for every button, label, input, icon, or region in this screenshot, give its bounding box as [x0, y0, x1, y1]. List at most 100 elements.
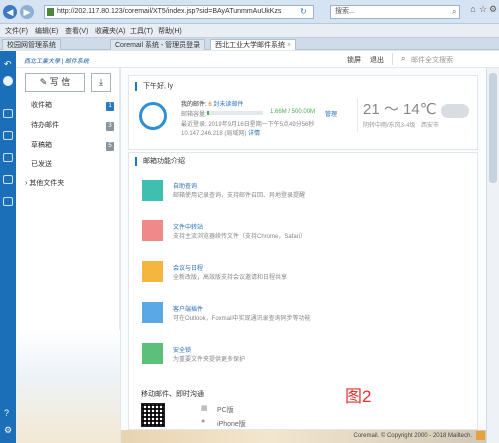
- city[interactable]: 西安市: [421, 123, 439, 129]
- shield-icon: [142, 343, 163, 364]
- sidebar-item-inbox[interactable]: 收件箱 1: [16, 97, 120, 115]
- sidebar-item-todo[interactable]: 待办邮件 3: [16, 117, 120, 135]
- capacity-bar-fill: [207, 111, 209, 115]
- search-icon[interactable]: ⌕: [401, 54, 405, 64]
- feature-icon-circle: [142, 302, 163, 323]
- my-mail-line: 我的邮件: 6 封未读邮件: [181, 99, 243, 108]
- calendar-icon: [142, 261, 163, 282]
- last-ip-line: 10.147.246.218 (局域网) 详情: [181, 128, 260, 137]
- capacity-label: 邮箱容量:: [181, 112, 207, 118]
- mailtech-logo: [476, 431, 485, 440]
- details-link[interactable]: 详情: [248, 131, 260, 137]
- close-tab-icon[interactable]: ×: [287, 42, 291, 49]
- scrollbar-thumb[interactable]: [489, 73, 497, 183]
- folder-label: 收件箱: [31, 102, 52, 109]
- platform-pc[interactable]: PC版: [217, 405, 234, 415]
- menu-file[interactable]: 文件(F): [5, 26, 28, 36]
- page-scrollbar[interactable]: [486, 68, 499, 443]
- folder-icon: [142, 220, 163, 241]
- feature-title[interactable]: 客户端插件: [173, 304, 203, 313]
- forward-button[interactable]: ▶: [20, 5, 34, 19]
- inbox-download-icon: ⤓: [99, 77, 103, 87]
- receive-mail-button[interactable]: ⤓: [91, 73, 111, 92]
- apple-icon: ●: [201, 418, 206, 425]
- puzzle-icon: [142, 302, 163, 323]
- copyright-text: Coremail. © Copyright 2000 - 2018 Mailte…: [353, 433, 472, 439]
- mail-search-input[interactable]: 邮件全文搜索: [411, 55, 453, 65]
- mail-icon[interactable]: [3, 109, 13, 118]
- menu-view[interactable]: 查看(V): [65, 26, 88, 36]
- refresh-icon[interactable]: ↻: [300, 7, 307, 16]
- feature-icon-circle: [142, 261, 163, 282]
- settings-icon[interactable]: ⚙: [4, 425, 12, 436]
- sidebar-item-sent[interactable]: 已发送: [16, 156, 120, 174]
- sidebar-item-drafts[interactable]: 草稿箱 5: [16, 137, 120, 155]
- favorites-icon[interactable]: ☆: [478, 4, 488, 14]
- unread-count[interactable]: 6: [208, 102, 211, 108]
- greeting: 下午好, ly: [135, 82, 173, 91]
- nwpu-logo: 西北工業大學 | 邮件系统: [24, 59, 89, 65]
- settings-gear-icon[interactable]: ⚙: [488, 4, 498, 14]
- feature-icon-circle: [142, 343, 163, 364]
- footer: Coremail. © Copyright 2000 - 2018 Mailte…: [121, 430, 486, 443]
- folder-label: 其他文件夹: [29, 180, 65, 187]
- contacts-icon[interactable]: [3, 131, 13, 140]
- address-bar[interactable]: http://202.117.80.123/coremail/XT5/index…: [44, 5, 314, 19]
- help-icon[interactable]: ?: [4, 408, 9, 418]
- manage-link[interactable]: 管理: [325, 109, 337, 118]
- pencil-icon: ✎: [39, 77, 48, 87]
- folder-label: 已发送: [31, 161, 52, 168]
- count-badge: 3: [106, 122, 114, 131]
- browser-tab-bar: 校园网管理系统 Coremail 系统 - 管理员登录 西北工业大学邮件系统 ×: [0, 38, 499, 50]
- menu-edit[interactable]: 编辑(E): [35, 26, 58, 36]
- compose-button[interactable]: ✎ 写 信: [25, 73, 85, 92]
- back-arrow-icon[interactable]: ↶: [4, 59, 12, 70]
- sidebar-item-other-folders[interactable]: › 其他文件夹: [16, 175, 120, 193]
- folder-label: 待办邮件: [31, 122, 59, 129]
- search-icon[interactable]: ⌕: [452, 7, 456, 17]
- site-icon: [47, 8, 54, 16]
- figure-annotation: 图2: [345, 387, 372, 406]
- unread-label[interactable]: 封未读邮件: [213, 102, 243, 108]
- search-placeholder: 搜索...: [335, 8, 355, 15]
- feature-desc: 邮箱使用记录查询，支持邮件召回、异地登录提醒: [173, 193, 306, 199]
- feature-desc: 全新改版，高效版支持会议邀请和日程共享: [173, 275, 288, 281]
- divider: [357, 98, 358, 132]
- last-ip: 10.147.246.218 (局域网): [181, 131, 247, 137]
- netdisk-icon[interactable]: [3, 197, 13, 206]
- browser-search-input[interactable]: 搜索...: [330, 5, 460, 19]
- tab-nwpu-mail[interactable]: 西北工业大学邮件系统 ×: [210, 39, 297, 50]
- tab-label: Coremail 系统 - 管理员登录: [115, 42, 201, 49]
- calendar-icon[interactable]: [3, 153, 13, 162]
- tab-coremail-admin[interactable]: Coremail 系统 - 管理员登录: [110, 39, 206, 50]
- feature-title[interactable]: 安全锁: [173, 345, 191, 354]
- menu-tools[interactable]: 工具(T): [130, 26, 153, 36]
- menu-help[interactable]: 帮助(H): [158, 26, 182, 36]
- browser-title-bar: ◀ ▶ http://202.117.80.123/coremail/XT5/i…: [0, 0, 499, 24]
- user-avatar-icon[interactable]: [3, 76, 13, 86]
- lock-screen-link[interactable]: 锁屏: [347, 55, 361, 65]
- feature-icon-circle: [142, 180, 163, 201]
- qr-code: [141, 403, 165, 427]
- app-rail: ↶ ? ⚙: [0, 51, 16, 443]
- compose-label: 写 信: [49, 77, 71, 87]
- user-avatar[interactable]: [139, 102, 167, 130]
- feature-title[interactable]: 会议与日程: [173, 263, 203, 272]
- home-icon[interactable]: ⌂: [468, 4, 478, 14]
- back-button[interactable]: ◀: [3, 5, 17, 19]
- tab-label: 校园网管理系统: [7, 42, 56, 49]
- unread-badge: 1: [106, 102, 114, 111]
- tab-campus-network[interactable]: 校园网管理系统: [2, 39, 61, 50]
- menu-favorites[interactable]: 收藏夹(A): [95, 26, 125, 36]
- app-header: 西北工業大學 | 邮件系统 锁屏 退出 ⌕ 邮件全文搜索: [16, 51, 499, 68]
- count-badge: 5: [106, 142, 114, 151]
- cloud-weather-icon: [441, 104, 469, 118]
- mobile-section-title: 移动邮件、即时沟通: [141, 391, 204, 398]
- feature-title[interactable]: 文件中转站: [173, 222, 203, 231]
- platform-iphone[interactable]: iPhone版: [217, 419, 246, 429]
- feature-icon-circle: [142, 220, 163, 241]
- feature-title[interactable]: 自助查询: [173, 181, 197, 190]
- logout-link[interactable]: 退出: [370, 55, 384, 65]
- windows-icon: ▦: [201, 405, 208, 412]
- file-transfer-icon[interactable]: [3, 175, 13, 184]
